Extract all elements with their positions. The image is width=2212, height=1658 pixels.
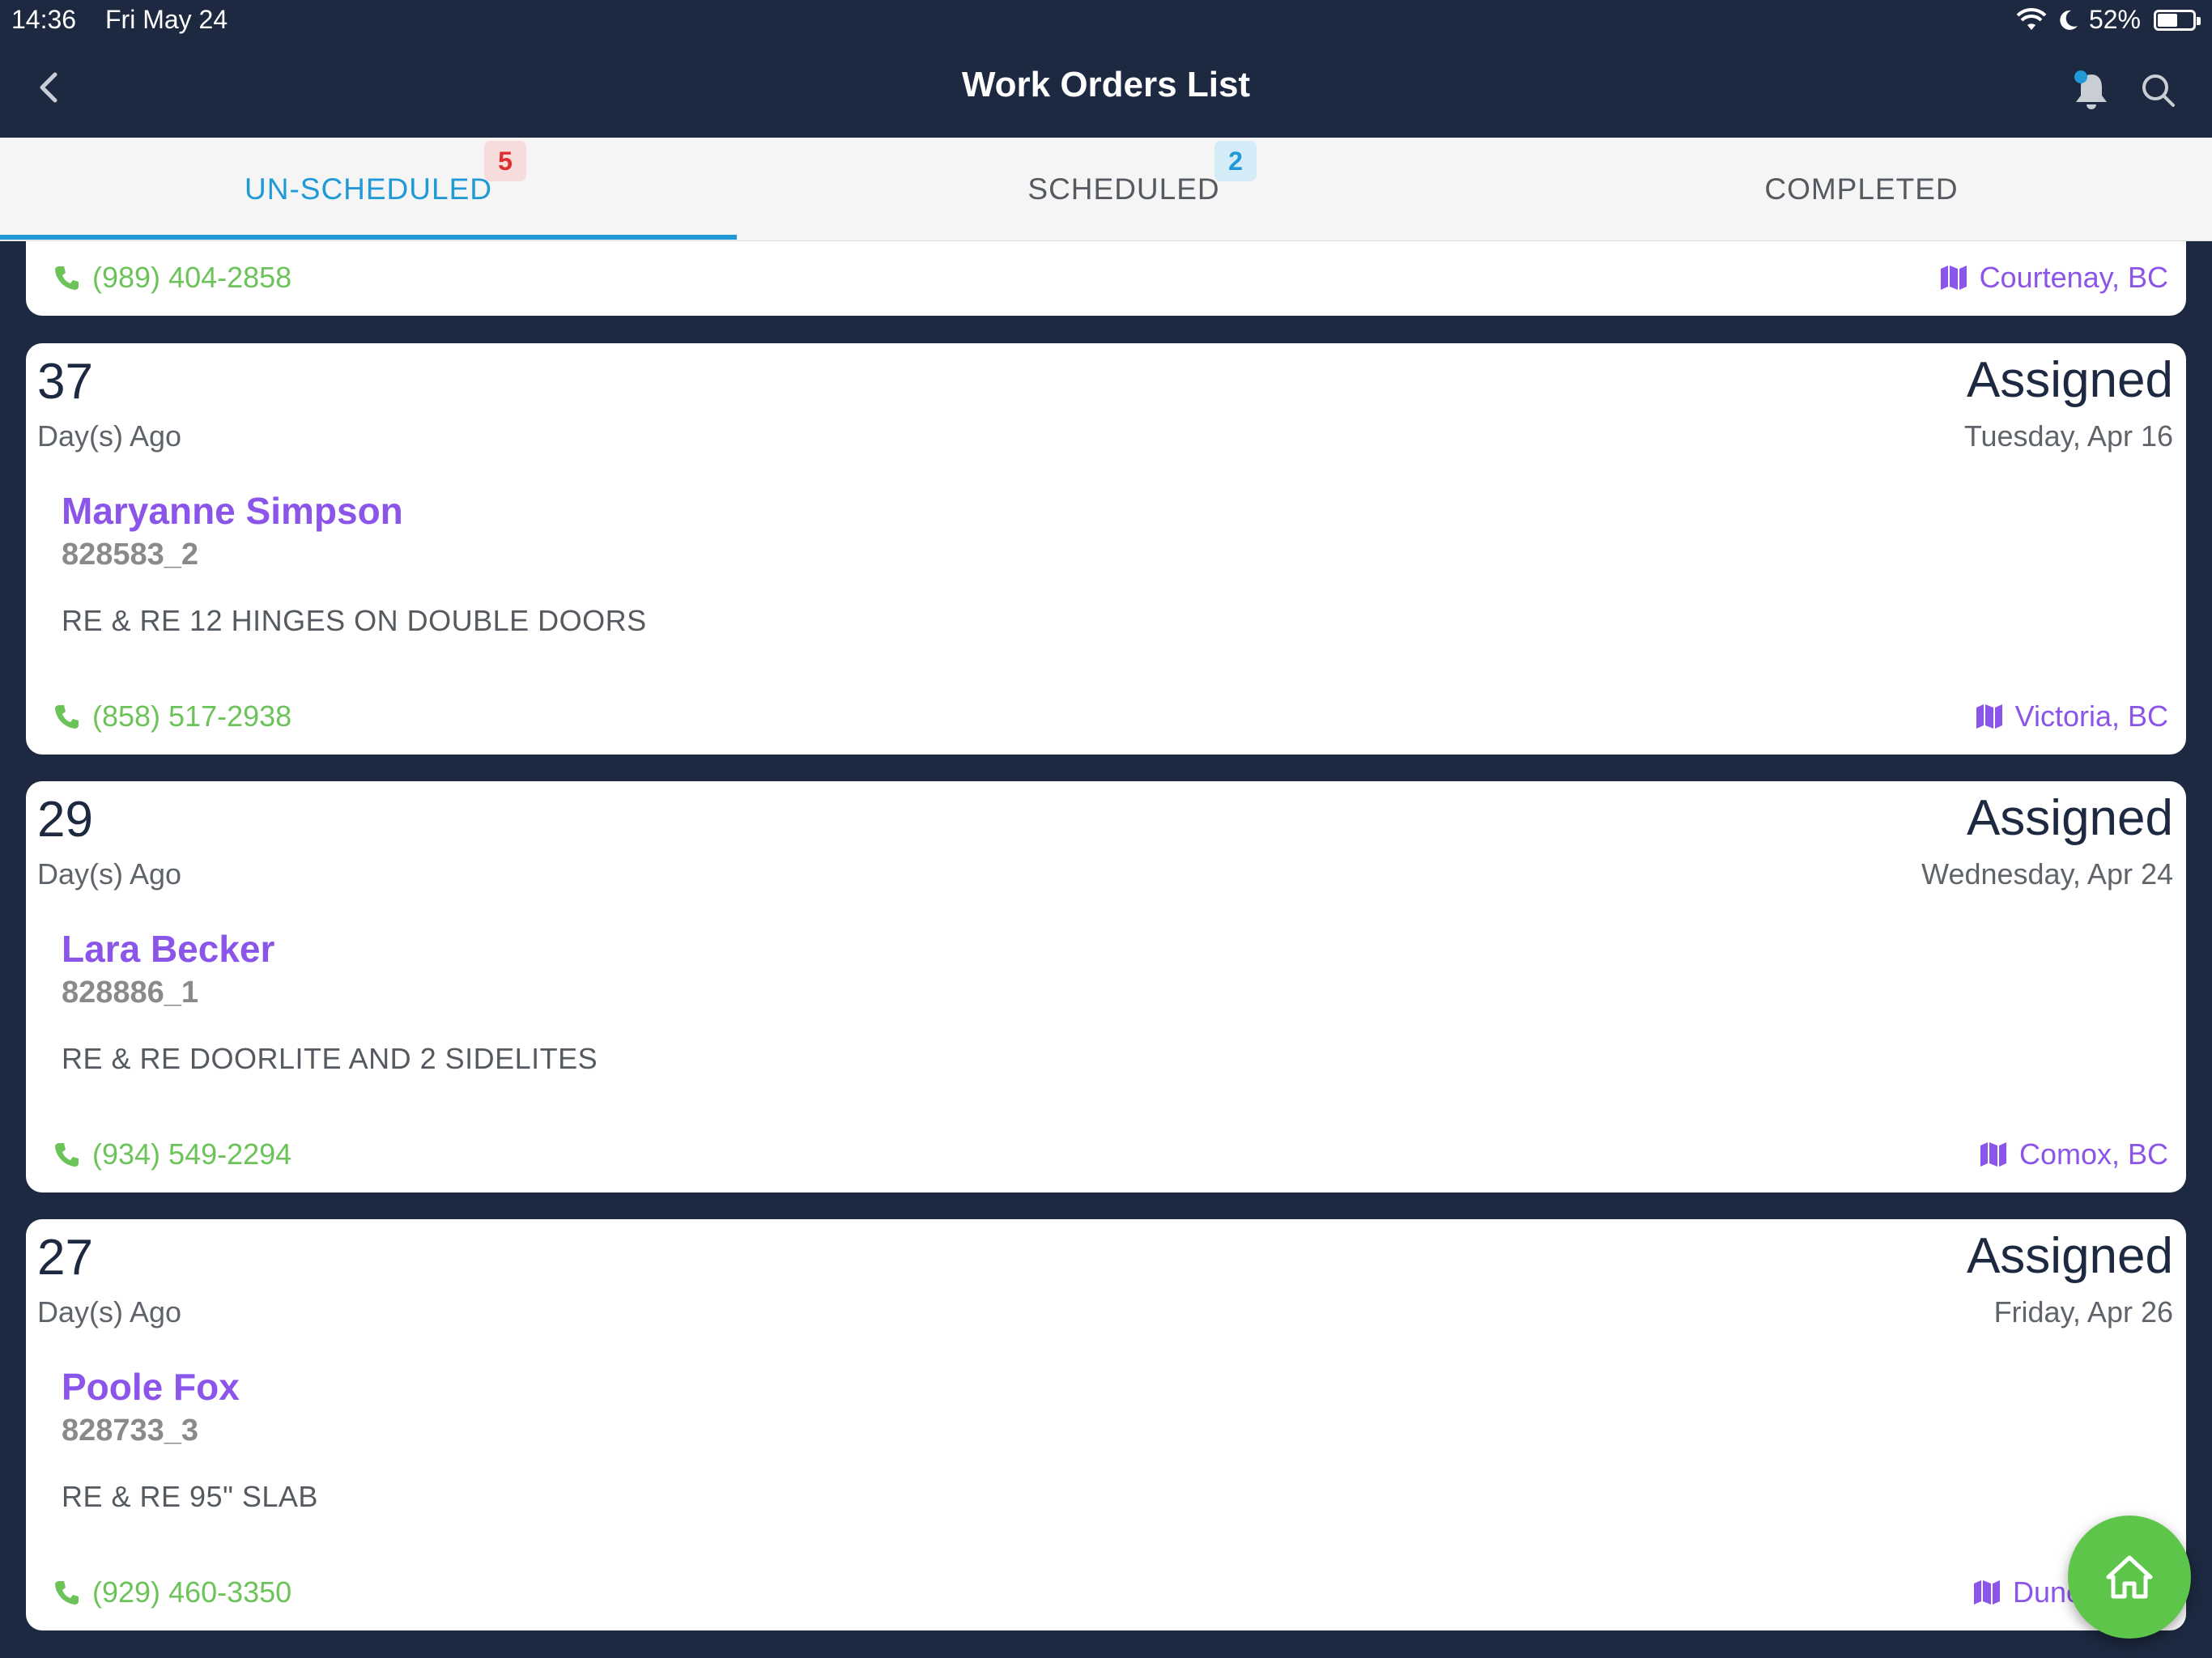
order-id: 828583_2	[62, 538, 199, 572]
days-count: 29	[37, 792, 93, 848]
search-icon	[2142, 74, 2175, 107]
work-order-card[interactable]: (989) 404-2858 Courtenay, BC	[26, 241, 2186, 316]
order-date: Wednesday, Apr 24	[1921, 857, 2173, 891]
days-count: 27	[37, 1230, 93, 1286]
map-icon	[1940, 266, 1967, 290]
days-label: Day(s) Ago	[37, 419, 182, 453]
phone-link[interactable]: (934) 549-2294	[53, 1137, 291, 1171]
order-id: 828733_3	[62, 1414, 199, 1448]
battery-percent: 52%	[2088, 5, 2141, 34]
days-count: 37	[37, 354, 93, 410]
location-link[interactable]: Dunc	[1972, 1575, 2081, 1609]
tab-unscheduled[interactable]: UN-SCHEDULED	[0, 138, 737, 241]
location-link[interactable]: Courtenay, BC	[1939, 261, 2168, 295]
tab-completed[interactable]: COMPLETED	[1511, 138, 2212, 241]
phone-number: (858) 517-2938	[92, 699, 292, 733]
tab-bar: UN-SCHEDULED 5 SCHEDULED 2 COMPLETED	[0, 138, 2212, 241]
map-icon	[1976, 704, 2002, 729]
work-order-card[interactable]: 37 Day(s) Ago Assigned Tuesday, Apr 16 M…	[26, 343, 2186, 755]
status-bar: 14:36 Fri May 24 52%	[0, 0, 2212, 42]
work-orders-screen: 14:36 Fri May 24 52% Work Orders List UN…	[0, 0, 2212, 1658]
tab-badge-unscheduled: 5	[484, 141, 526, 181]
status-label: Assigned	[1966, 352, 2173, 408]
order-date: Tuesday, Apr 16	[1963, 419, 2173, 453]
nav-bar: Work Orders List	[0, 42, 2212, 138]
location-name: Comox, BC	[2018, 1137, 2168, 1171]
location-name: Victoria, BC	[2014, 699, 2168, 733]
location-link[interactable]: Victoria, BC	[1975, 699, 2168, 733]
phone-number: (989) 404-2858	[92, 261, 292, 294]
phone-number: (929) 460-3350	[92, 1575, 292, 1609]
map-icon	[1973, 1580, 2000, 1605]
location-link[interactable]: Comox, BC	[1979, 1137, 2168, 1171]
order-description: RE & RE 95" SLAB	[62, 1480, 318, 1513]
wifi-icon	[2016, 7, 2047, 30]
status-time: 14:36	[11, 5, 77, 34]
order-date: Friday, Apr 26	[1993, 1295, 2173, 1329]
page-title: Work Orders List	[961, 65, 1251, 104]
order-id: 828886_1	[62, 976, 199, 1010]
order-description: RE & RE DOORLITE AND 2 SIDELITES	[62, 1042, 598, 1075]
phone-icon	[55, 705, 79, 729]
search-button[interactable]	[2138, 70, 2180, 112]
customer-name: Lara Becker	[62, 928, 275, 970]
status-label: Assigned	[1966, 1228, 2173, 1284]
battery-tip	[2197, 16, 2201, 25]
phone-icon	[55, 1581, 79, 1605]
tab-badge-scheduled: 2	[1214, 141, 1257, 181]
active-tab-indicator	[0, 235, 737, 240]
tab-scheduled[interactable]: SCHEDULED	[737, 138, 1511, 241]
days-label: Day(s) Ago	[37, 1295, 182, 1329]
status-label: Assigned	[1966, 790, 2173, 846]
notifications-button[interactable]	[2069, 68, 2113, 112]
home-icon	[2106, 1555, 2153, 1599]
tab-label: SCHEDULED	[1027, 172, 1220, 206]
work-order-list[interactable]: (989) 404-2858 Courtenay, BC 37 Day(s) A…	[0, 241, 2212, 1658]
tab-label: UN-SCHEDULED	[245, 172, 492, 206]
phone-link[interactable]: (989) 404-2858	[53, 261, 291, 295]
status-date: Fri May 24	[105, 5, 228, 34]
phone-link[interactable]: (929) 460-3350	[53, 1575, 291, 1609]
phone-link[interactable]: (858) 517-2938	[53, 699, 291, 733]
phone-icon	[55, 1143, 79, 1167]
status-indicators: 52%	[2016, 5, 2201, 35]
phone-icon	[55, 266, 79, 290]
customer-name: Maryanne Simpson	[62, 490, 403, 532]
days-label: Day(s) Ago	[37, 857, 182, 891]
tab-label: COMPLETED	[1764, 172, 1959, 206]
location-name: Courtenay, BC	[1979, 261, 2168, 294]
map-icon	[1980, 1142, 2006, 1167]
battery-icon	[2154, 9, 2201, 31]
moon-icon	[2060, 10, 2078, 30]
phone-number: (934) 549-2294	[92, 1137, 292, 1171]
bell-icon	[2074, 70, 2107, 109]
order-description: RE & RE 12 HINGES ON DOUBLE DOORS	[62, 604, 647, 637]
battery-level	[2158, 13, 2177, 27]
customer-name: Poole Fox	[62, 1366, 240, 1408]
home-button[interactable]	[2068, 1516, 2191, 1639]
work-order-card[interactable]: 29 Day(s) Ago Assigned Wednesday, Apr 24…	[26, 781, 2186, 1192]
work-order-card[interactable]: 27 Day(s) Ago Assigned Friday, Apr 26 Po…	[26, 1219, 2186, 1630]
